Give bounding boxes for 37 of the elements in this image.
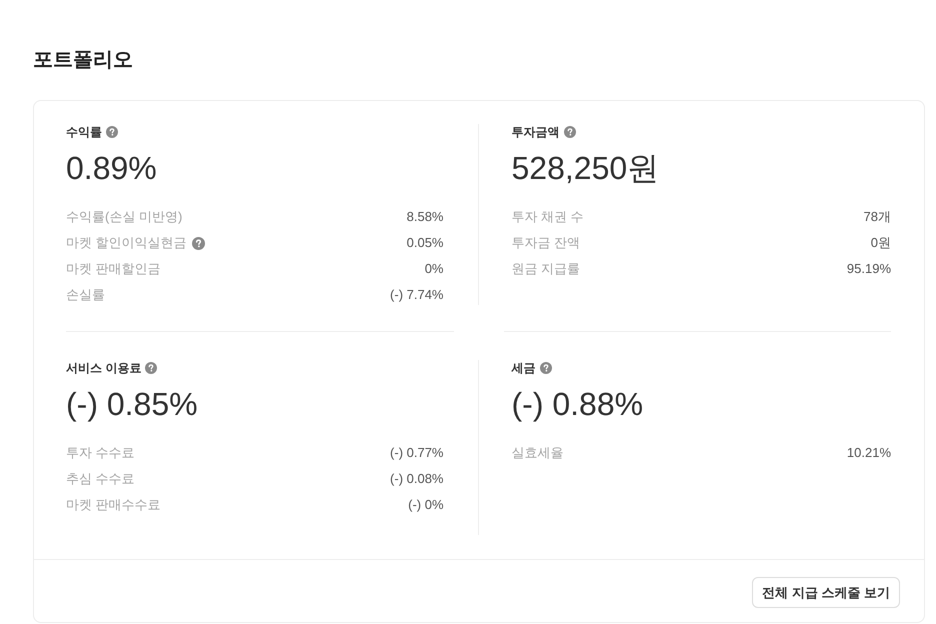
- detail-value: 78개: [864, 208, 891, 226]
- metric-label: 세금: [512, 360, 536, 376]
- metric-label: 서비스 이용료: [66, 360, 142, 376]
- detail-label: 투자금 잔액: [512, 234, 580, 252]
- detail-value: (-) 0.77%: [390, 444, 444, 462]
- detail-value: 0%: [424, 260, 444, 278]
- payment-schedule-button[interactable]: 전체 지급 스케줄 보기: [752, 577, 900, 608]
- detail-value: 8.58%: [406, 208, 444, 226]
- help-icon[interactable]: [192, 236, 205, 250]
- metric-value: (-) 0.88%: [512, 385, 644, 424]
- metric-value: (-) 0.85%: [66, 385, 199, 424]
- detail-label: 투자 수수료: [66, 444, 135, 462]
- metric-label: 수익률: [66, 124, 102, 140]
- detail-value: (-) 0.08%: [390, 470, 444, 488]
- detail-label: 투자 채권 수: [512, 208, 584, 226]
- metric-label: 투자금액: [512, 124, 560, 140]
- detail-label: 실효세율: [512, 444, 564, 462]
- detail-label: 수익률(손실 미반영): [66, 208, 182, 226]
- page-title: 포트폴리오: [33, 48, 134, 73]
- detail-label: 추심 수수료: [66, 470, 135, 488]
- detail-label: 손실률: [66, 286, 105, 304]
- detail-value: 0원: [870, 234, 891, 252]
- help-icon[interactable]: [564, 126, 576, 138]
- help-icon[interactable]: [106, 126, 118, 138]
- detail-value: 95.19%: [846, 260, 891, 278]
- metric-value: 528,250원: [512, 149, 660, 188]
- detail-label: 마켓 판매할인금: [66, 260, 161, 278]
- detail-value: 0.05%: [406, 234, 444, 252]
- detail-value: (-) 7.74%: [390, 286, 444, 304]
- metric-value: 0.89%: [66, 149, 158, 188]
- help-icon[interactable]: [145, 362, 158, 374]
- detail-value: (-) 0%: [408, 496, 444, 514]
- detail-label: 원금 지급률: [512, 260, 580, 278]
- detail-value: 10.21%: [846, 444, 891, 462]
- help-icon[interactable]: [540, 362, 552, 374]
- detail-label: 마켓 판매수수료: [66, 496, 161, 514]
- detail-label: 마켓 할인이익실현금: [66, 234, 187, 252]
